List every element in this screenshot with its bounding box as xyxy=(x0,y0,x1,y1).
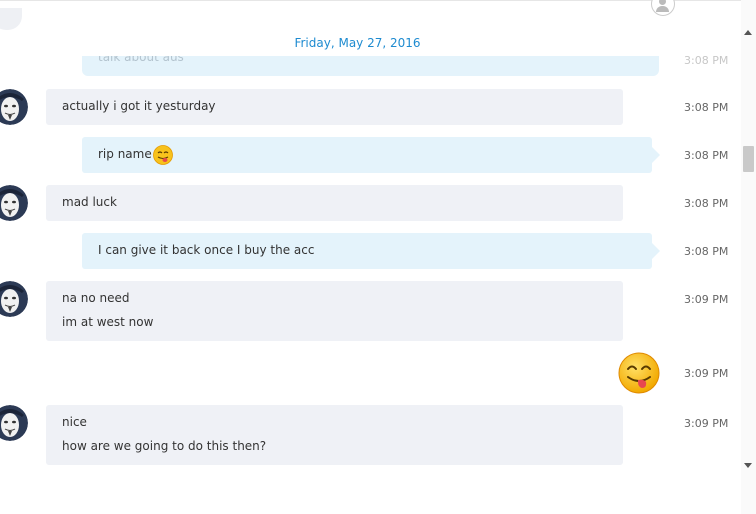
message-bubble[interactable]: mad luck xyxy=(46,185,623,221)
contact-presence-icon[interactable] xyxy=(651,0,675,16)
scrollbar[interactable] xyxy=(741,0,756,514)
grin-tongue-emoji-icon xyxy=(153,145,173,165)
scrollbar-thumb[interactable] xyxy=(743,146,754,172)
message-timestamp: 3:08 PM xyxy=(684,149,729,162)
message-text: rip name xyxy=(98,147,152,161)
contact-avatar[interactable] xyxy=(0,405,28,441)
top-divider xyxy=(0,0,745,1)
avatar-partial xyxy=(0,8,22,30)
faded-message-bubble: talk about aus xyxy=(82,56,659,76)
message-text: im at west now xyxy=(62,315,154,329)
contact-avatar[interactable] xyxy=(0,281,28,317)
message-text: how are we going to do this then? xyxy=(62,439,267,453)
contact-avatar[interactable] xyxy=(0,185,28,221)
message-timestamp: 3:08 PM xyxy=(684,197,729,210)
chevron-down-icon[interactable] xyxy=(744,463,752,468)
message-text: actually i got it yesturday xyxy=(62,99,216,113)
message-text: nice xyxy=(62,415,87,429)
message-bubble[interactable]: I can give it back once I buy the acc xyxy=(82,233,660,269)
message-text: na no need xyxy=(62,291,130,305)
message-timestamp: 3:09 PM xyxy=(684,417,729,430)
grin-tongue-emoji-icon[interactable] xyxy=(618,352,660,394)
message-bubble[interactable]: actually i got it yesturday xyxy=(46,89,623,125)
chevron-up-icon[interactable] xyxy=(744,30,752,35)
message-timestamp: 3:09 PM xyxy=(684,367,729,380)
faded-message-time: 3:08 PM xyxy=(684,54,729,67)
message-timestamp: 3:09 PM xyxy=(684,293,729,306)
message-bubble[interactable]: na no need im at west now xyxy=(46,281,623,341)
message-bubble[interactable]: rip name xyxy=(82,137,660,173)
message-bubble[interactable]: nice how are we going to do this then? xyxy=(46,405,623,465)
contact-avatar[interactable] xyxy=(0,89,28,125)
message-timestamp: 3:08 PM xyxy=(684,245,729,258)
message-text: mad luck xyxy=(62,195,117,209)
date-header: Friday, May 27, 2016 xyxy=(294,36,421,50)
faded-message-text: talk about aus xyxy=(98,56,184,64)
message-text: I can give it back once I buy the acc xyxy=(98,243,315,257)
message-timestamp: 3:08 PM xyxy=(684,101,729,114)
